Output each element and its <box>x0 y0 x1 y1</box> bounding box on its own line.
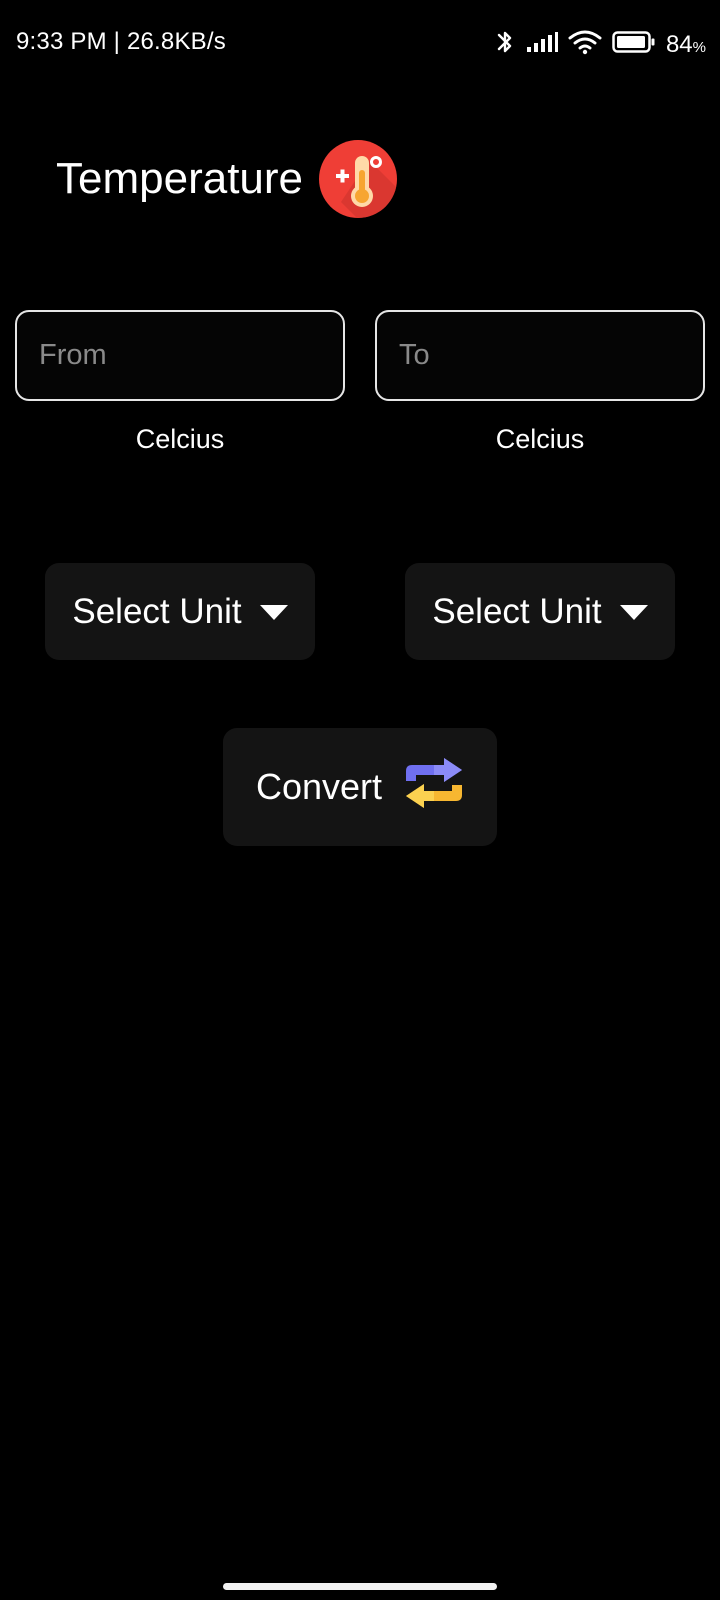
to-field[interactable] <box>375 310 705 401</box>
convert-button-label: Convert <box>255 766 383 807</box>
thermometer-icon <box>319 140 398 218</box>
status-bar: 9:33 PM | 26.8KB/s 84% <box>0 0 720 88</box>
battery-icon <box>612 30 656 59</box>
to-input[interactable] <box>399 339 703 372</box>
to-unit-dropdown[interactable]: Select Unit <box>405 563 675 660</box>
status-time-speed: 9:33 PM | 26.8KB/s <box>16 28 226 55</box>
from-unit-dropdown[interactable]: Select Unit <box>45 563 315 660</box>
from-unit-label: Celcius <box>135 424 225 454</box>
battery-percentage: 84% <box>665 30 706 58</box>
from-input[interactable] <box>39 339 343 372</box>
page-title: Temperature <box>56 154 304 203</box>
to-unit-label: Celcius <box>495 424 585 454</box>
convert-button[interactable]: Convert <box>223 728 497 846</box>
swap-arrows-icon <box>404 757 464 818</box>
bluetooth-icon <box>494 28 516 61</box>
caret-down-icon <box>619 605 648 620</box>
from-field[interactable] <box>15 310 345 401</box>
page-header: Temperature <box>56 140 398 218</box>
from-unit-dropdown-label: Select Unit <box>72 591 242 631</box>
home-indicator[interactable] <box>223 1583 497 1590</box>
wifi-icon <box>568 29 602 60</box>
signal-icon <box>526 31 558 58</box>
temperature-converter-screen: 9:33 PM | 26.8KB/s 84% Temperature From … <box>0 0 720 1600</box>
caret-down-icon <box>259 605 288 620</box>
status-icons: 84% <box>494 28 706 61</box>
to-unit-dropdown-label: Select Unit <box>432 591 602 631</box>
